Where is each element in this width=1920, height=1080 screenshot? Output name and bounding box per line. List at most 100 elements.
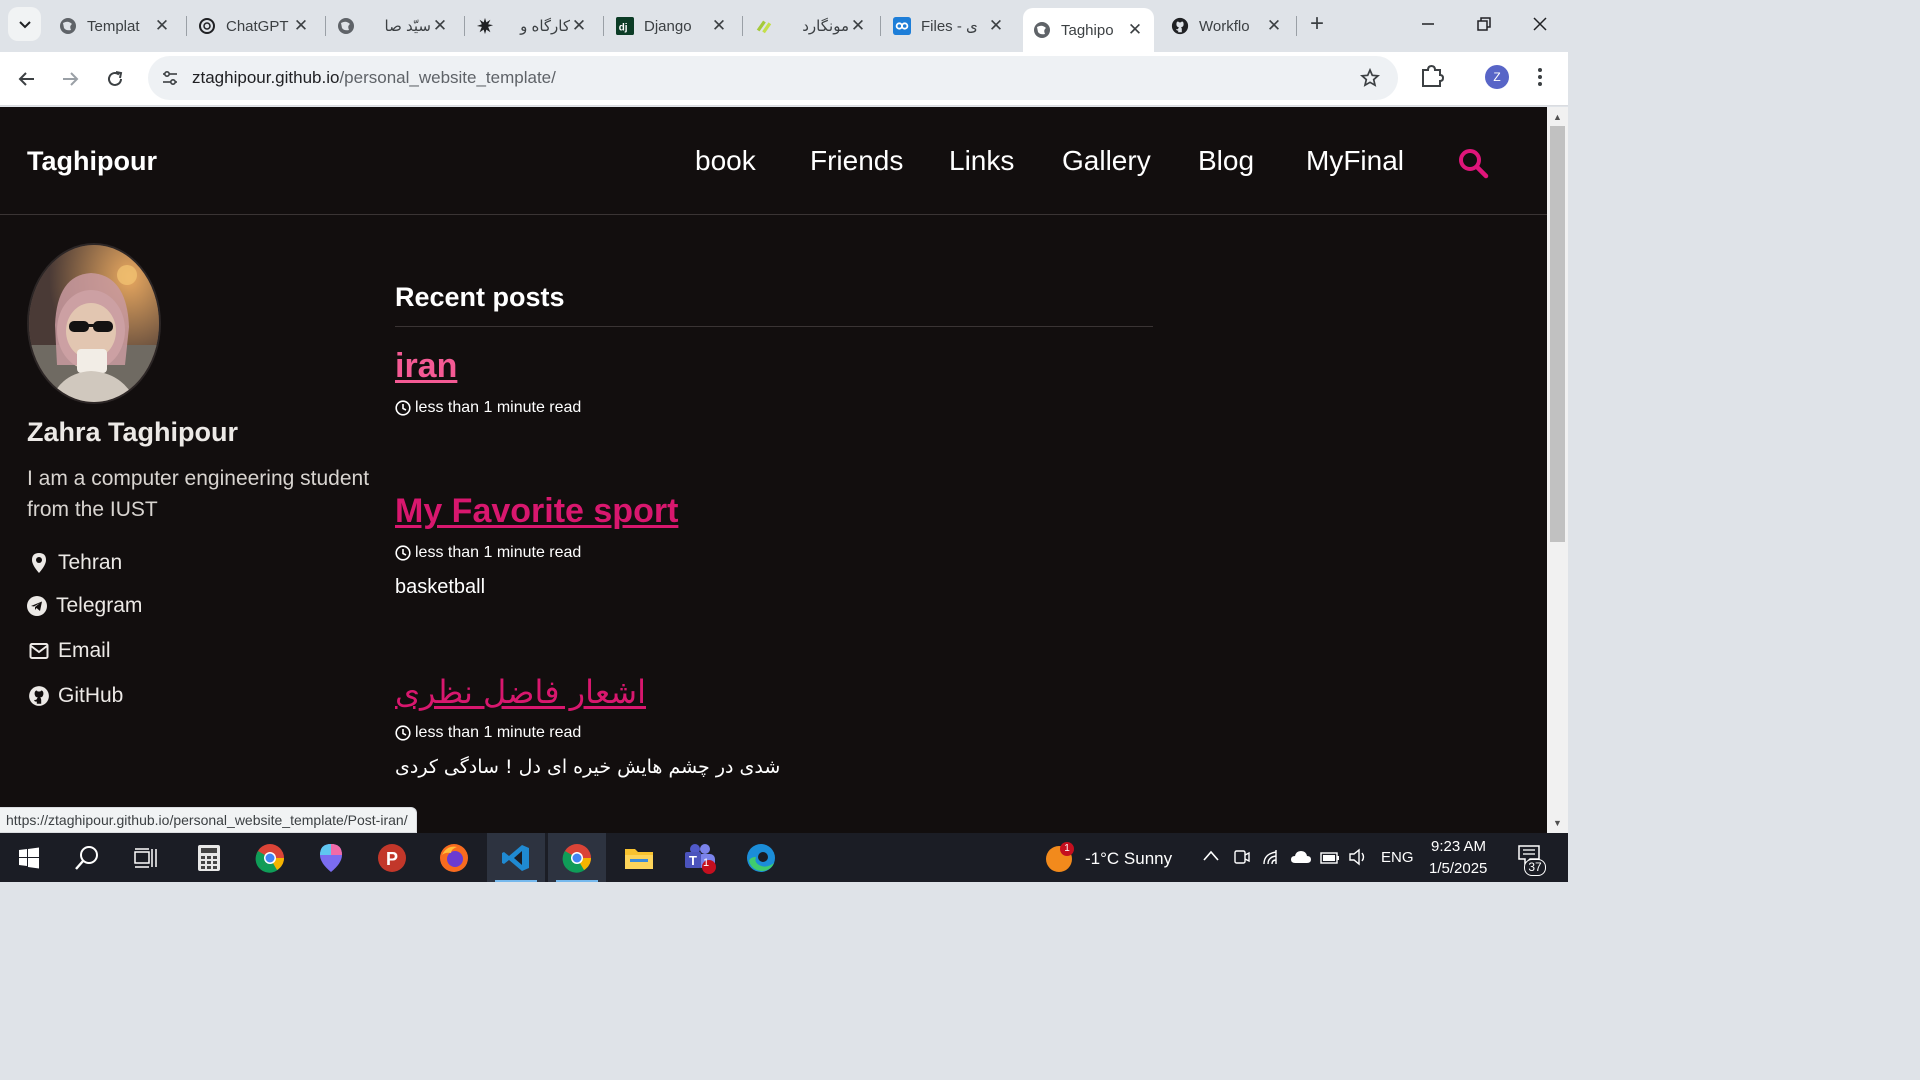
- tab-title: ChatGPT: [226, 17, 289, 35]
- profile-avatar[interactable]: Z: [1485, 65, 1509, 89]
- reload-button[interactable]: [97, 61, 133, 97]
- clock-time[interactable]: 9:23 AM: [1431, 838, 1486, 855]
- close-icon[interactable]: ✕: [292, 16, 310, 35]
- battery-icon[interactable]: [1320, 851, 1340, 870]
- close-icon[interactable]: ✕: [987, 16, 1005, 35]
- cloud-icon[interactable]: [1290, 850, 1312, 869]
- page-scrollbar[interactable]: ▲ ▼: [1547, 107, 1568, 833]
- new-tab-button[interactable]: +: [1303, 10, 1331, 38]
- scroll-down-icon[interactable]: ▼: [1552, 817, 1563, 828]
- taskbar-app-chrome-active[interactable]: [548, 833, 606, 882]
- close-icon[interactable]: ✕: [570, 16, 588, 35]
- post-title-link[interactable]: iran: [395, 347, 457, 386]
- bookmark-star-icon[interactable]: [1358, 66, 1382, 90]
- clock-icon: [395, 545, 411, 561]
- scroll-up-icon[interactable]: ▲: [1552, 111, 1563, 122]
- taskbar-app-teams[interactable]: T 1: [671, 833, 729, 882]
- nav-link-book[interactable]: book: [695, 145, 756, 177]
- nav-link-gallery[interactable]: Gallery: [1062, 145, 1151, 177]
- svg-text:P: P: [386, 849, 398, 869]
- taskbar-app-chrome[interactable]: [241, 833, 299, 882]
- meet-now-icon[interactable]: [1233, 847, 1251, 872]
- search-icon: [75, 845, 98, 870]
- tab-title: Django: [644, 17, 692, 35]
- globe-icon: [1033, 21, 1051, 39]
- browser-tab[interactable]: Workflo ✕: [1161, 8, 1293, 44]
- clock-icon: [395, 725, 411, 741]
- taskbar-app-firefox[interactable]: [425, 833, 483, 882]
- nav-link-myfinal[interactable]: MyFinal: [1306, 145, 1404, 177]
- menu-kebab-icon[interactable]: [1530, 66, 1550, 88]
- github-icon: [1171, 17, 1189, 35]
- browser-tab-active[interactable]: Taghipo ✕: [1023, 8, 1154, 52]
- restore-button[interactable]: [1456, 0, 1512, 48]
- search-icon[interactable]: [1457, 147, 1489, 179]
- search-button[interactable]: [58, 833, 116, 882]
- volume-icon[interactable]: [1348, 848, 1368, 871]
- author-link-github[interactable]: GitHub: [27, 684, 123, 708]
- post-title-link[interactable]: اشعار فاضل نظری: [395, 673, 646, 711]
- author-link-label: Telegram: [56, 594, 143, 617]
- taskbar-app-maps[interactable]: [302, 833, 360, 882]
- author-link-email[interactable]: Email: [27, 639, 111, 663]
- taskbar-app-file-explorer[interactable]: [610, 833, 668, 882]
- post-title-link[interactable]: My Favorite sport: [395, 492, 678, 531]
- minimize-button[interactable]: [1400, 0, 1456, 48]
- close-icon[interactable]: ✕: [153, 16, 171, 35]
- reload-icon: [108, 71, 123, 86]
- author-link-telegram[interactable]: Telegram: [25, 594, 142, 618]
- tab-divider: [186, 16, 187, 36]
- url-text[interactable]: ztaghipour.github.io/personal_website_te…: [192, 68, 556, 88]
- close-icon[interactable]: ✕: [1265, 16, 1283, 35]
- back-button[interactable]: [9, 61, 45, 97]
- forward-button[interactable]: [52, 61, 88, 97]
- windows-taskbar: P T 1 1 -1°C Sunny ENG 9:23 AM 1/5/2025 …: [0, 833, 1568, 882]
- clock-date[interactable]: 1/5/2025: [1429, 860, 1487, 877]
- browser-tab[interactable]: ChatGPT ✕: [188, 8, 320, 44]
- browser-tab[interactable]: مونگارد ✕: [745, 8, 877, 44]
- svg-text:T: T: [689, 853, 697, 868]
- close-icon[interactable]: ✕: [431, 16, 449, 35]
- taskbar-app-edge[interactable]: [732, 833, 790, 882]
- browser-tab[interactable]: کارگاه و ✕: [466, 8, 598, 44]
- globe-icon: [337, 17, 355, 35]
- task-view-icon: [134, 847, 157, 868]
- author-bio: I am a computer engineering student from…: [27, 467, 370, 521]
- browser-tab[interactable]: سیّد صا ✕: [327, 8, 459, 44]
- taskbar-app-vscode[interactable]: [487, 833, 545, 882]
- active-indicator: [556, 880, 598, 882]
- browser-tab[interactable]: Files - ی ✕: [883, 8, 1015, 44]
- tab-title: کارگاه و: [520, 18, 570, 35]
- telegram-icon: [25, 594, 49, 618]
- tab-search-button[interactable]: [8, 7, 41, 41]
- site-title-link[interactable]: Taghipour: [27, 146, 157, 177]
- post-excerpt: basketball: [395, 576, 486, 598]
- url-path: /personal_website_template/: [339, 68, 556, 87]
- network-icon[interactable]: [1262, 848, 1282, 871]
- browser-tab[interactable]: Templat ✕: [49, 8, 181, 44]
- close-icon[interactable]: ✕: [710, 16, 728, 35]
- start-button[interactable]: [0, 833, 58, 882]
- chevron-up-icon[interactable]: [1203, 849, 1219, 868]
- site-settings-icon[interactable]: [158, 66, 182, 90]
- nav-link-links[interactable]: Links: [949, 145, 1014, 177]
- link-status-url: https://ztaghipour.github.io/personal_we…: [0, 807, 417, 833]
- scroll-thumb[interactable]: [1550, 126, 1565, 542]
- read-time-text: less than 1 minute read: [415, 399, 582, 416]
- close-icon[interactable]: ✕: [849, 16, 867, 35]
- close-icon[interactable]: ✕: [1126, 20, 1144, 39]
- gear-logo-icon: [476, 17, 494, 35]
- post-excerpt: شدی در چشم هایش خیره ای دل ! سادگی کردی: [395, 756, 781, 778]
- address-bar[interactable]: ztaghipour.github.io/personal_website_te…: [148, 56, 1398, 100]
- mongard-icon: [755, 17, 773, 35]
- browser-tab[interactable]: dj Django ✕: [606, 8, 738, 44]
- close-window-button[interactable]: [1512, 0, 1568, 48]
- taskbar-app-powerpoint[interactable]: P: [363, 833, 421, 882]
- nav-link-friends[interactable]: Friends: [810, 145, 903, 177]
- task-view-button[interactable]: [117, 833, 175, 882]
- language-indicator[interactable]: ENG: [1381, 849, 1414, 866]
- weather-text[interactable]: -1°C Sunny: [1085, 849, 1172, 869]
- nav-link-blog[interactable]: Blog: [1198, 145, 1254, 177]
- taskbar-app-calculator[interactable]: [180, 833, 238, 882]
- extensions-button[interactable]: [1418, 61, 1446, 96]
